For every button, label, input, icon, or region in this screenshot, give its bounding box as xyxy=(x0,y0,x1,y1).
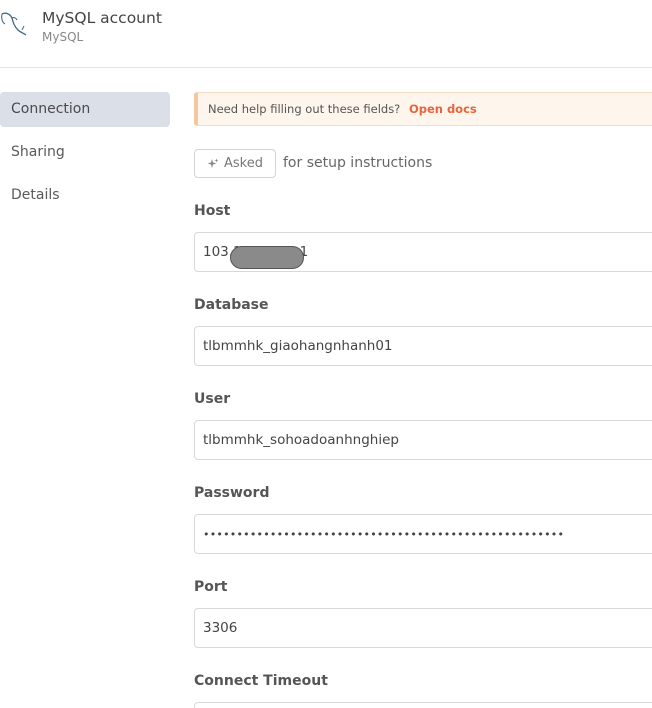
header: MySQL account MySQL xyxy=(0,0,652,68)
password-input[interactable]: ••••••••••••••••••••••••••••••••••••••••… xyxy=(194,514,652,554)
page-title: MySQL account xyxy=(42,9,162,27)
asked-button[interactable]: Asked xyxy=(194,149,276,178)
port-input[interactable]: 3306 xyxy=(194,608,652,648)
open-docs-link[interactable]: Open docs xyxy=(409,102,477,116)
notice-text: Need help filling out these fields? xyxy=(208,102,401,116)
port-label: Port xyxy=(194,579,228,595)
user-input[interactable]: tlbmmhk_sohoadoanhnghiep xyxy=(194,420,652,460)
asked-button-label: Asked xyxy=(224,156,263,171)
user-label: User xyxy=(194,391,231,407)
redaction-blob xyxy=(230,246,304,269)
sparkle-icon xyxy=(207,158,219,168)
sidebar-item-sharing[interactable]: Sharing xyxy=(0,135,170,170)
help-notice: Need help filling out these fields? Open… xyxy=(194,92,652,126)
user-value: tlbmmhk_sohoadoanhnghiep xyxy=(203,432,399,448)
connect-timeout-input[interactable] xyxy=(194,702,652,708)
sidebar-item-connection[interactable]: Connection xyxy=(0,92,170,127)
ask-note: for setup instructions xyxy=(283,155,433,171)
password-label: Password xyxy=(194,485,270,501)
mysql-dolphin-icon xyxy=(1,12,27,36)
sidebar-item-label: Details xyxy=(11,187,60,203)
database-input[interactable]: tlbmmhk_giaohangnhanh01 xyxy=(194,326,652,366)
host-label: Host xyxy=(194,203,231,219)
connect-timeout-label: Connect Timeout xyxy=(194,673,328,689)
port-value: 3306 xyxy=(203,620,238,636)
sidebar-item-details[interactable]: Details xyxy=(0,178,170,213)
credential-page: MySQL account MySQL Connection Sharing D… xyxy=(0,0,652,708)
database-value: tlbmmhk_giaohangnhanh01 xyxy=(203,338,393,354)
page-subtitle: MySQL xyxy=(42,30,84,44)
sidebar-item-label: Connection xyxy=(11,101,91,117)
sidebar-item-label: Sharing xyxy=(11,144,65,160)
password-value: ••••••••••••••••••••••••••••••••••••••••… xyxy=(203,528,565,541)
database-label: Database xyxy=(194,297,269,313)
